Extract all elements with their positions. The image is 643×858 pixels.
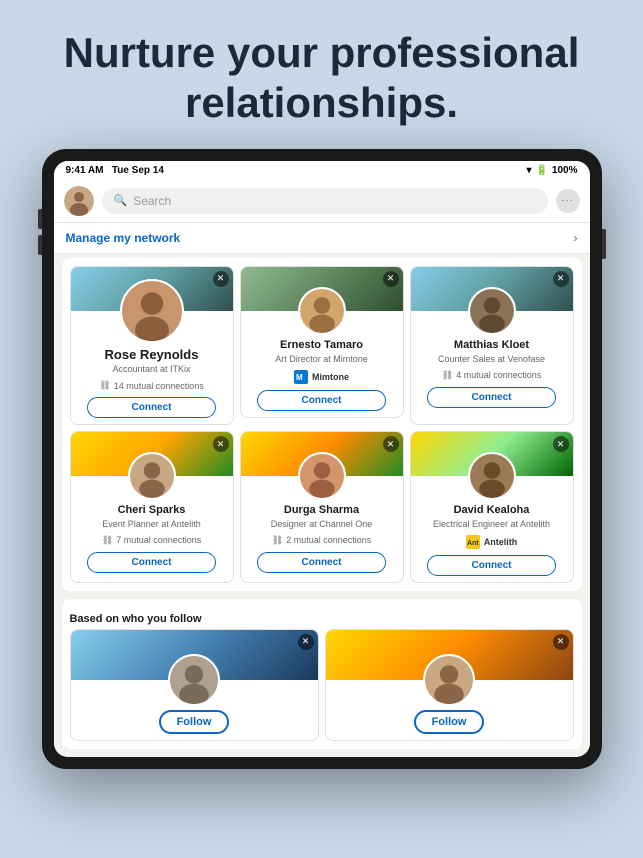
connect-button-cheri[interactable]: Connect [87,552,217,573]
follow-button-2[interactable]: Follow [414,710,485,734]
people-you-may-know-section: ✕ Rose Reynolds Accountant at ITKix [62,258,582,591]
status-icons: ▾ 🔋 100% [526,165,577,176]
battery-icon: 🔋 [535,165,547,176]
follow-avatar-image-1 [170,656,218,704]
wifi-icon: ▾ [526,165,531,176]
follow-cards-grid: ✕ Follow [70,629,574,741]
volume-down-button [38,235,42,255]
based-on-follow-title: Based on who you follow [70,607,574,629]
power-button [602,229,606,259]
person-card-david: ✕ David Kealoha Electrical Engineer [410,431,574,583]
hero-title: Nurture your professional relationships. [0,0,643,149]
name-cheri: Cheri Sparks [71,504,233,517]
search-icon: 🔍 [114,194,128,207]
avatar-image-durga [300,454,344,498]
close-button-rose[interactable]: ✕ [213,271,229,287]
company-logo-ernesto: M [294,370,308,384]
company-name-ernesto: Mimtone [312,372,349,382]
company-logo-david: Ant [466,535,480,549]
name-durga: Durga Sharma [241,504,403,517]
avatar-david [468,452,516,500]
svg-text:Ant: Ant [467,540,479,547]
svg-text:M: M [296,373,303,382]
name-david: David Kealoha [411,504,573,517]
close-button-follow-2[interactable]: ✕ [553,634,569,650]
close-button-durga[interactable]: ✕ [383,436,399,452]
tablet-screen: 9:41 AM Tue Sep 14 ▾ 🔋 100% [54,161,590,757]
title-david: Electrical Engineer at Antelith [411,517,573,533]
tablet-frame: 9:41 AM Tue Sep 14 ▾ 🔋 100% [42,149,602,769]
company-name-david: Antelith [484,537,518,547]
avatar-durga [298,452,346,500]
person-card-durga: ✕ Durga Sharma Designer at Channel O [240,431,404,583]
follow-avatar-2 [423,654,475,706]
connect-button-rose[interactable]: Connect [87,397,217,418]
avatar-image-ernesto [300,289,344,333]
people-cards-grid: ✕ Rose Reynolds Accountant at ITKix [70,266,574,425]
connections-icon-matthias: ⛓ [442,370,453,381]
status-time: 9:41 AM Tue Sep 14 [66,165,164,176]
content-area: ✕ Rose Reynolds Accountant at ITKix [54,258,590,757]
person-card-rose: ✕ Rose Reynolds Accountant at ITKix [70,266,234,425]
connections-icon-durga: ⛓ [272,535,283,546]
follow-card-2: ✕ Follow [325,629,574,741]
name-matthias: Matthias Kloet [411,339,573,352]
avatar-rose [120,279,184,343]
menu-button[interactable]: ··· [556,189,580,213]
person-card-matthias: ✕ Matthias Kloet Counter Sales at Ve [410,266,574,425]
user-avatar[interactable] [64,186,94,216]
connect-button-durga[interactable]: Connect [257,552,387,573]
avatar-cheri [128,452,176,500]
person-card-ernesto: ✕ Ernesto Tamaro [240,266,404,418]
volume-up-button [38,209,42,229]
connections-icon-cheri: ⛓ [102,535,113,546]
title-ernesto: Art Director at Mimtone [241,352,403,368]
follow-card-1: ✕ Follow [70,629,319,741]
connections-matthias: ⛓ 4 mutual connections [411,368,573,383]
chevron-right-icon: › [574,231,578,245]
connect-button-david[interactable]: Connect [427,555,557,576]
close-button-david[interactable]: ✕ [553,436,569,452]
name-rose: Rose Reynolds [71,347,233,363]
avatar-image-cheri [130,454,174,498]
connections-icon-rose: ⛓ [99,380,110,391]
connections-durga: ⛓ 2 mutual connections [241,533,403,548]
connect-button-matthias[interactable]: Connect [427,387,557,408]
follow-avatar-1 [168,654,220,706]
avatar-image-david [470,454,514,498]
title-durga: Designer at Channel One [241,517,403,533]
status-bar: 9:41 AM Tue Sep 14 ▾ 🔋 100% [54,161,590,180]
follow-avatar-image-2 [425,656,473,704]
avatar-matthias [468,287,516,335]
close-button-follow-1[interactable]: ✕ [298,634,314,650]
close-button-ernesto[interactable]: ✕ [383,271,399,287]
nav-bar: 🔍 Search ··· [54,180,590,223]
connections-cheri: ⛓ 7 mutual connections [71,533,233,548]
search-bar[interactable]: 🔍 Search [102,188,548,214]
right-top-column: ✕ Ernesto Tamaro [240,266,404,425]
manage-network-label: Manage my network [66,231,181,245]
close-button-cheri[interactable]: ✕ [213,436,229,452]
based-on-follow-section: Based on who you follow ✕ [62,599,582,749]
avatar-image-matthias [470,289,514,333]
close-button-matthias[interactable]: ✕ [553,271,569,287]
company-ernesto: M Mimtone [241,368,403,386]
avatar-image [64,186,94,216]
title-rose: Accountant at ITKix [71,362,233,378]
title-matthias: Counter Sales at Venofase [411,352,573,368]
name-ernesto: Ernesto Tamaro [241,339,403,352]
avatar-ernesto [298,287,346,335]
follow-button-1[interactable]: Follow [159,710,230,734]
device-mockup: 9:41 AM Tue Sep 14 ▾ 🔋 100% [42,149,602,769]
connections-rose: ⛓ 14 mutual connections [71,378,233,393]
company-david: Ant Antelith [411,533,573,551]
connect-button-ernesto[interactable]: Connect [257,390,387,411]
manage-network-bar[interactable]: Manage my network › [54,223,590,254]
people-cards-grid-row2: ✕ Cheri Sparks Event Planner at Ante [70,431,574,583]
title-cheri: Event Planner at Antelith [71,517,233,533]
avatar-image-rose [122,281,182,341]
person-card-cheri: ✕ Cheri Sparks Event Planner at Ante [70,431,234,583]
